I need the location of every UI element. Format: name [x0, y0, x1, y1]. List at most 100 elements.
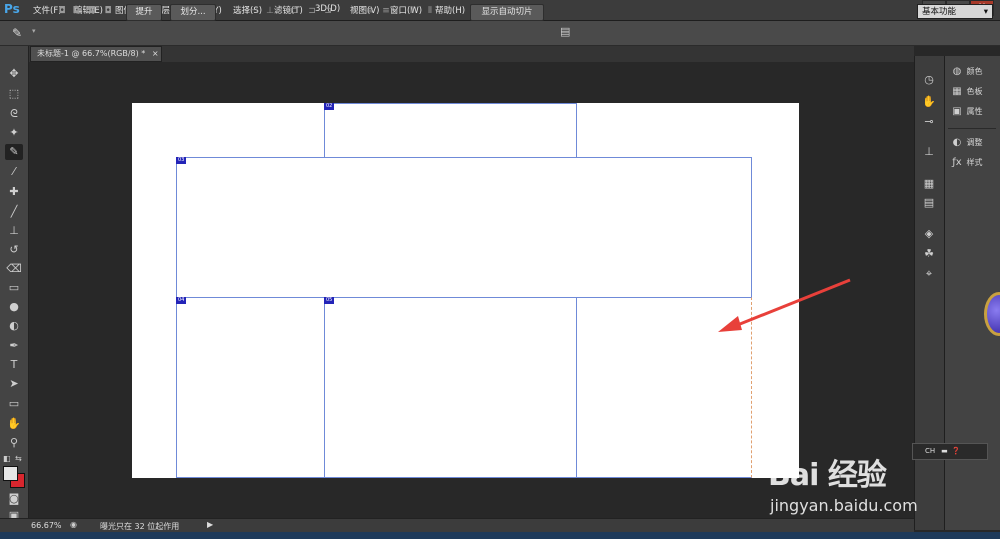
distribute-vcenter-icon: ≡ [366, 6, 374, 16]
divide-button[interactable]: 划分... [170, 4, 216, 21]
align-right-icon: ⊐ [324, 6, 332, 16]
slice-badge: 03 [176, 157, 187, 164]
panel-separator [948, 128, 996, 129]
slice-05[interactable]: 05 [324, 297, 577, 478]
distribute-top-icon: ≡ [350, 6, 358, 16]
bring-front-icon: ◘ [58, 6, 66, 16]
brush-presets-icon[interactable]: ⊸ [920, 114, 938, 130]
align-left-icon: ⊏ [290, 6, 298, 16]
slice-03[interactable]: 03 [176, 157, 752, 298]
color-panel-tab[interactable]: ◍ 颜色 [950, 64, 1000, 80]
foreground-color-swatch[interactable] [3, 466, 18, 481]
align-vcenter-icon: ⊣ [250, 6, 258, 16]
show-auto-slices-button[interactable]: 显示自动切片 [470, 4, 544, 21]
adjustments-panel-label: 调整 [966, 138, 983, 147]
default-colors-icon[interactable]: ◧ [3, 454, 11, 463]
distribute-bottom-icon: ≡ [382, 6, 390, 16]
healing-brush-tool-icon[interactable]: ✚ [5, 184, 23, 200]
history-panel-icon[interactable]: ◷ [920, 72, 938, 88]
ime-toolbar[interactable]: CH ▬ ❓ [912, 443, 988, 460]
lasso-tool-icon[interactable]: ᘓ [5, 106, 23, 122]
distribute-hcenter-icon: ⦀ [428, 6, 432, 16]
paragraph-panel-icon[interactable]: ▤ [920, 195, 938, 211]
swap-colors-icon[interactable]: ⇆ [15, 454, 22, 463]
photoshop-logo: Ps [4, 2, 20, 16]
path-selection-tool-icon[interactable]: ➤ [5, 376, 23, 392]
properties-panel-tab[interactable]: ▣ 属性 [950, 104, 1000, 120]
ime-language: CH [925, 447, 936, 455]
zoom-level[interactable]: 66.67% [31, 521, 62, 530]
distribute-right-icon: ⦀ [444, 6, 448, 16]
dodge-tool-icon[interactable]: ◐ [5, 318, 23, 334]
workspace-value: 基本功能 [922, 7, 957, 17]
slice-badge: 05 [324, 297, 335, 304]
clone-source-icon[interactable]: ⊥ [920, 144, 938, 160]
slice-tool-icon[interactable]: ✎ [5, 144, 23, 160]
arrow-head [718, 316, 742, 332]
tab-close-icon[interactable]: × [152, 49, 159, 58]
brush-tool-icon[interactable]: ╱ [5, 204, 23, 220]
actions-panel-icon[interactable]: ✋ [920, 94, 938, 110]
align-top-icon: ⊤ [234, 6, 242, 16]
align-bottom-icon: ⊥ [266, 6, 274, 16]
color-panel-label: 颜色 [966, 67, 983, 76]
styles-icon: ƒx [952, 157, 962, 168]
layers-panel-icon[interactable]: ◈ [920, 226, 938, 242]
tool-preset-dropdown-icon[interactable]: ▾ [32, 27, 36, 35]
clone-stamp-tool-icon[interactable]: ⊥ [5, 223, 23, 239]
character-panel-icon[interactable]: ▦ [920, 176, 938, 192]
arrow-shaft [729, 278, 851, 330]
status-menu-arrow-icon[interactable]: ▶ [207, 520, 213, 529]
status-info-icon[interactable]: ◉ [70, 520, 77, 529]
swatches-panel-tab[interactable]: ▦ 色板 [950, 84, 1000, 100]
status-message: 曝光只在 32 位起作用 [100, 522, 180, 531]
color-palette-icon: ◍ [952, 66, 962, 77]
help-icon[interactable]: ❓ [952, 447, 961, 455]
quick-selection-tool-icon[interactable]: ✦ [5, 125, 23, 141]
properties-icon: ▣ [952, 106, 962, 117]
eyedropper-tool-icon[interactable]: ⁄ [5, 164, 23, 180]
slice-04[interactable]: 04 [176, 297, 325, 478]
os-taskbar [0, 532, 1000, 539]
baidu-jingyan-logo: Bai 经验 [768, 458, 887, 493]
adjustments-icon: ◐ [952, 137, 962, 148]
shape-tool-icon[interactable]: ▭ [5, 396, 23, 412]
slice-select-tool-icon[interactable]: ✎ [12, 25, 32, 41]
eraser-tool-icon[interactable]: ⌫ [5, 261, 23, 277]
history-brush-tool-icon[interactable]: ↺ [5, 242, 23, 258]
blur-tool-icon[interactable]: ● [5, 299, 23, 315]
chevron-down-icon: ▾ [983, 7, 988, 17]
adjustments-panel-tab[interactable]: ◐ 调整 [950, 135, 1000, 151]
slice-badge: 02 [324, 103, 335, 110]
properties-panel-label: 属性 [966, 107, 983, 116]
slice-options-icon[interactable]: ▤ [560, 26, 572, 38]
keyboard-icon[interactable]: ▬ [941, 447, 948, 455]
bring-forward-icon: ◘ [72, 6, 80, 16]
gradient-tool-icon[interactable]: ▭ [5, 280, 23, 296]
document-tab[interactable]: 未标题-1 @ 66.7%(RGB/8) * × [30, 46, 162, 62]
document-tab-title: 未标题-1 @ 66.7%(RGB/8) * [37, 49, 146, 58]
swatches-grid-icon: ▦ [952, 86, 962, 97]
channels-panel-icon[interactable]: ☘ [920, 246, 938, 262]
pen-tool-icon[interactable]: ✒ [5, 338, 23, 354]
quick-mask-icon[interactable]: ◙ [5, 491, 23, 507]
promote-button[interactable]: 提升 [126, 4, 162, 21]
send-backward-icon: ◘ [88, 6, 96, 16]
align-hcenter-icon: ⊐ [308, 6, 316, 16]
paths-panel-icon[interactable]: ⌖ [920, 266, 938, 282]
type-tool-icon[interactable]: T [5, 357, 23, 373]
styles-panel-tab[interactable]: ƒx 样式 [950, 155, 1000, 171]
distribute-left-icon: ⦀ [410, 6, 414, 16]
move-tool-icon[interactable]: ✥ [5, 66, 23, 82]
send-back-icon: ◘ [104, 6, 112, 16]
document-canvas[interactable]: 02 03 04 05 [132, 103, 799, 478]
styles-panel-label: 样式 [966, 158, 983, 167]
slice-02[interactable]: 02 [324, 103, 577, 158]
watermark-url: jingyan.baidu.com [770, 496, 918, 515]
hand-tool-icon[interactable]: ✋ [5, 416, 23, 432]
slice-badge: 04 [176, 297, 187, 304]
zoom-tool-icon[interactable]: ⚲ [5, 435, 23, 451]
marquee-tool-icon[interactable]: ⬚ [5, 86, 23, 102]
swatches-panel-label: 色板 [966, 87, 983, 96]
workspace-select[interactable]: 基本功能 ▾ [917, 4, 993, 19]
